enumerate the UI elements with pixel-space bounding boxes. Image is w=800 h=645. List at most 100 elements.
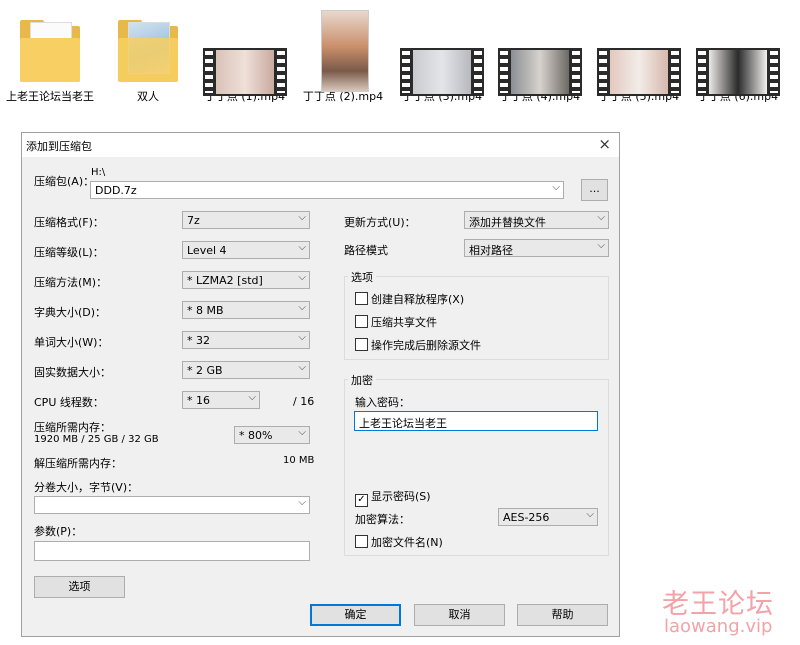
folder-icon	[103, 8, 193, 88]
desktop-file-video-4[interactable]: 丁丁点 (4).mp4	[495, 8, 585, 103]
dict-value: * 8 MB	[187, 304, 224, 317]
chevron-down-icon: ⌵	[298, 332, 306, 343]
update-mode-select[interactable]: 添加并替换文件 ⌵	[464, 211, 609, 229]
threads-value: * 16	[187, 394, 210, 407]
video-file-icon	[693, 8, 783, 96]
shared-files-checkbox[interactable]: 压缩共享文件	[355, 314, 437, 330]
update-mode-value: 添加并替换文件	[469, 216, 546, 229]
chevron-down-icon: ⌵	[248, 392, 256, 403]
word-value: * 32	[187, 334, 210, 347]
threads-max: / 16	[293, 395, 315, 408]
password-label: 输入密码：	[355, 396, 410, 409]
show-password-label: 显示密码(S)	[371, 490, 431, 503]
solid-select[interactable]: * 2 GB ⌵	[182, 361, 310, 379]
split-combo[interactable]: ⌵	[34, 496, 310, 514]
chevron-down-icon: ⌵	[298, 362, 306, 373]
format-value: 7z	[187, 214, 200, 227]
archive-path-prefix: H:\	[91, 167, 106, 178]
close-icon[interactable]: ×	[598, 135, 611, 153]
checkmark-icon: ✓	[355, 494, 368, 507]
word-select[interactable]: * 32 ⌵	[182, 331, 310, 349]
desktop-file-video-5[interactable]: 丁丁点 (5).mp4	[594, 8, 684, 103]
format-select[interactable]: 7z ⌵	[182, 211, 310, 229]
chevron-down-icon: ⌵	[298, 302, 306, 313]
archive-path-combo[interactable]: DDD.7z ⌵	[90, 181, 564, 199]
split-label: 分卷大小，字节(V)：	[34, 481, 139, 494]
encryption-group-title: 加密	[348, 372, 376, 388]
password-input[interactable]: 上老王论坛当老王	[354, 411, 598, 431]
sfx-label: 创建自释放程序(X)	[371, 293, 465, 306]
path-mode-label: 路径模式	[344, 244, 388, 257]
chevron-down-icon: ⌵	[586, 509, 594, 520]
show-password-checkbox[interactable]: ✓ 显示密码(S)	[355, 488, 431, 507]
threads-label: CPU 线程数：	[34, 396, 104, 409]
checkbox-icon	[355, 535, 368, 548]
method-label: 压缩方法(M)：	[34, 276, 108, 289]
memory-detail: 1920 MB / 25 GB / 32 GB	[34, 434, 159, 445]
checkbox-icon	[355, 292, 368, 305]
checkbox-icon	[355, 315, 368, 328]
desktop-file-video-2[interactable]: 丁丁点 (2).mp4	[298, 8, 388, 103]
options-group-title: 选项	[348, 269, 376, 285]
video-file-icon	[594, 8, 684, 96]
delete-after-checkbox[interactable]: 操作完成后删除源文件	[355, 337, 481, 353]
memory-label: 压缩所需内存：	[34, 421, 111, 434]
add-to-archive-dialog: 添加到压缩包 × 压缩包(A)： H:\ DDD.7z ⌵ ... 压缩格式(F…	[21, 132, 620, 637]
update-mode-label: 更新方式(U)：	[344, 216, 416, 229]
decompress-memory-label: 解压缩所需内存：	[34, 457, 122, 470]
memory-select[interactable]: * 80% ⌵	[234, 426, 310, 444]
solid-label: 固实数据大小：	[34, 366, 111, 379]
checkbox-icon	[355, 338, 368, 351]
encrypt-names-checkbox[interactable]: 加密文件名(N)	[355, 534, 443, 550]
chevron-down-icon: ⌵	[597, 240, 605, 251]
dict-label: 字典大小(D)：	[34, 306, 107, 319]
file-name: 双人	[137, 90, 159, 103]
memory-value: * 80%	[239, 429, 273, 442]
desktop-file-folder-2[interactable]: 双人	[103, 8, 193, 103]
chevron-down-icon: ⌵	[298, 212, 306, 223]
dict-select[interactable]: * 8 MB ⌵	[182, 301, 310, 319]
level-label: 压缩等级(L)：	[34, 246, 104, 259]
params-input[interactable]	[34, 541, 310, 561]
ok-button[interactable]: 确定	[310, 604, 401, 626]
desktop-file-video-6[interactable]: 丁丁点 (6).mp4	[693, 8, 783, 103]
folder-icon	[5, 8, 95, 88]
level-value: Level 4	[187, 244, 227, 257]
shared-files-label: 压缩共享文件	[371, 316, 437, 329]
decompress-memory-value: 10 MB	[283, 455, 315, 466]
encryption-method-select[interactable]: AES-256 ⌵	[498, 508, 598, 526]
encrypt-names-label: 加密文件名(N)	[371, 536, 443, 549]
cancel-button[interactable]: 取消	[414, 604, 505, 626]
help-button[interactable]: 帮助	[517, 604, 608, 626]
path-mode-select[interactable]: 相对路径 ⌵	[464, 239, 609, 257]
sfx-checkbox[interactable]: 创建自释放程序(X)	[355, 291, 464, 307]
dialog-title: 添加到压缩包	[26, 140, 92, 153]
chevron-down-icon: ⌵	[298, 497, 306, 508]
options-button[interactable]: 选项	[34, 576, 125, 598]
method-value: * LZMA2 [std]	[187, 274, 263, 287]
desktop-file-video-1[interactable]: 丁丁点 (1).mp4	[200, 8, 290, 103]
params-label: 参数(P)：	[34, 525, 83, 538]
chevron-down-icon: ⌵	[552, 182, 560, 193]
delete-after-label: 操作完成后删除源文件	[371, 339, 481, 352]
video-file-icon	[397, 8, 487, 96]
encryption-method-value: AES-256	[503, 511, 550, 524]
chevron-down-icon: ⌵	[597, 212, 605, 223]
threads-select[interactable]: * 16 ⌵	[182, 391, 260, 409]
level-select[interactable]: Level 4 ⌵	[182, 241, 310, 259]
chevron-down-icon: ⌵	[298, 242, 306, 253]
format-label: 压缩格式(F)：	[34, 216, 104, 229]
video-file-icon	[298, 8, 388, 92]
desktop-file-folder-1[interactable]: 上老王论坛当老王	[5, 8, 95, 103]
desktop-file-video-3[interactable]: 丁丁点 (3).mp4	[397, 8, 487, 103]
watermark-url: laowang.vip	[664, 616, 773, 637]
archive-label: 压缩包(A)：	[34, 175, 95, 188]
dialog-titlebar: 添加到压缩包 ×	[22, 133, 619, 157]
method-select[interactable]: * LZMA2 [std] ⌵	[182, 271, 310, 289]
password-value: 上老王论坛当老王	[359, 417, 447, 430]
browse-button[interactable]: ...	[581, 179, 608, 201]
solid-value: * 2 GB	[187, 364, 223, 377]
archive-path-value: DDD.7z	[95, 184, 137, 197]
chevron-down-icon: ⌵	[298, 272, 306, 283]
video-file-icon	[495, 8, 585, 96]
